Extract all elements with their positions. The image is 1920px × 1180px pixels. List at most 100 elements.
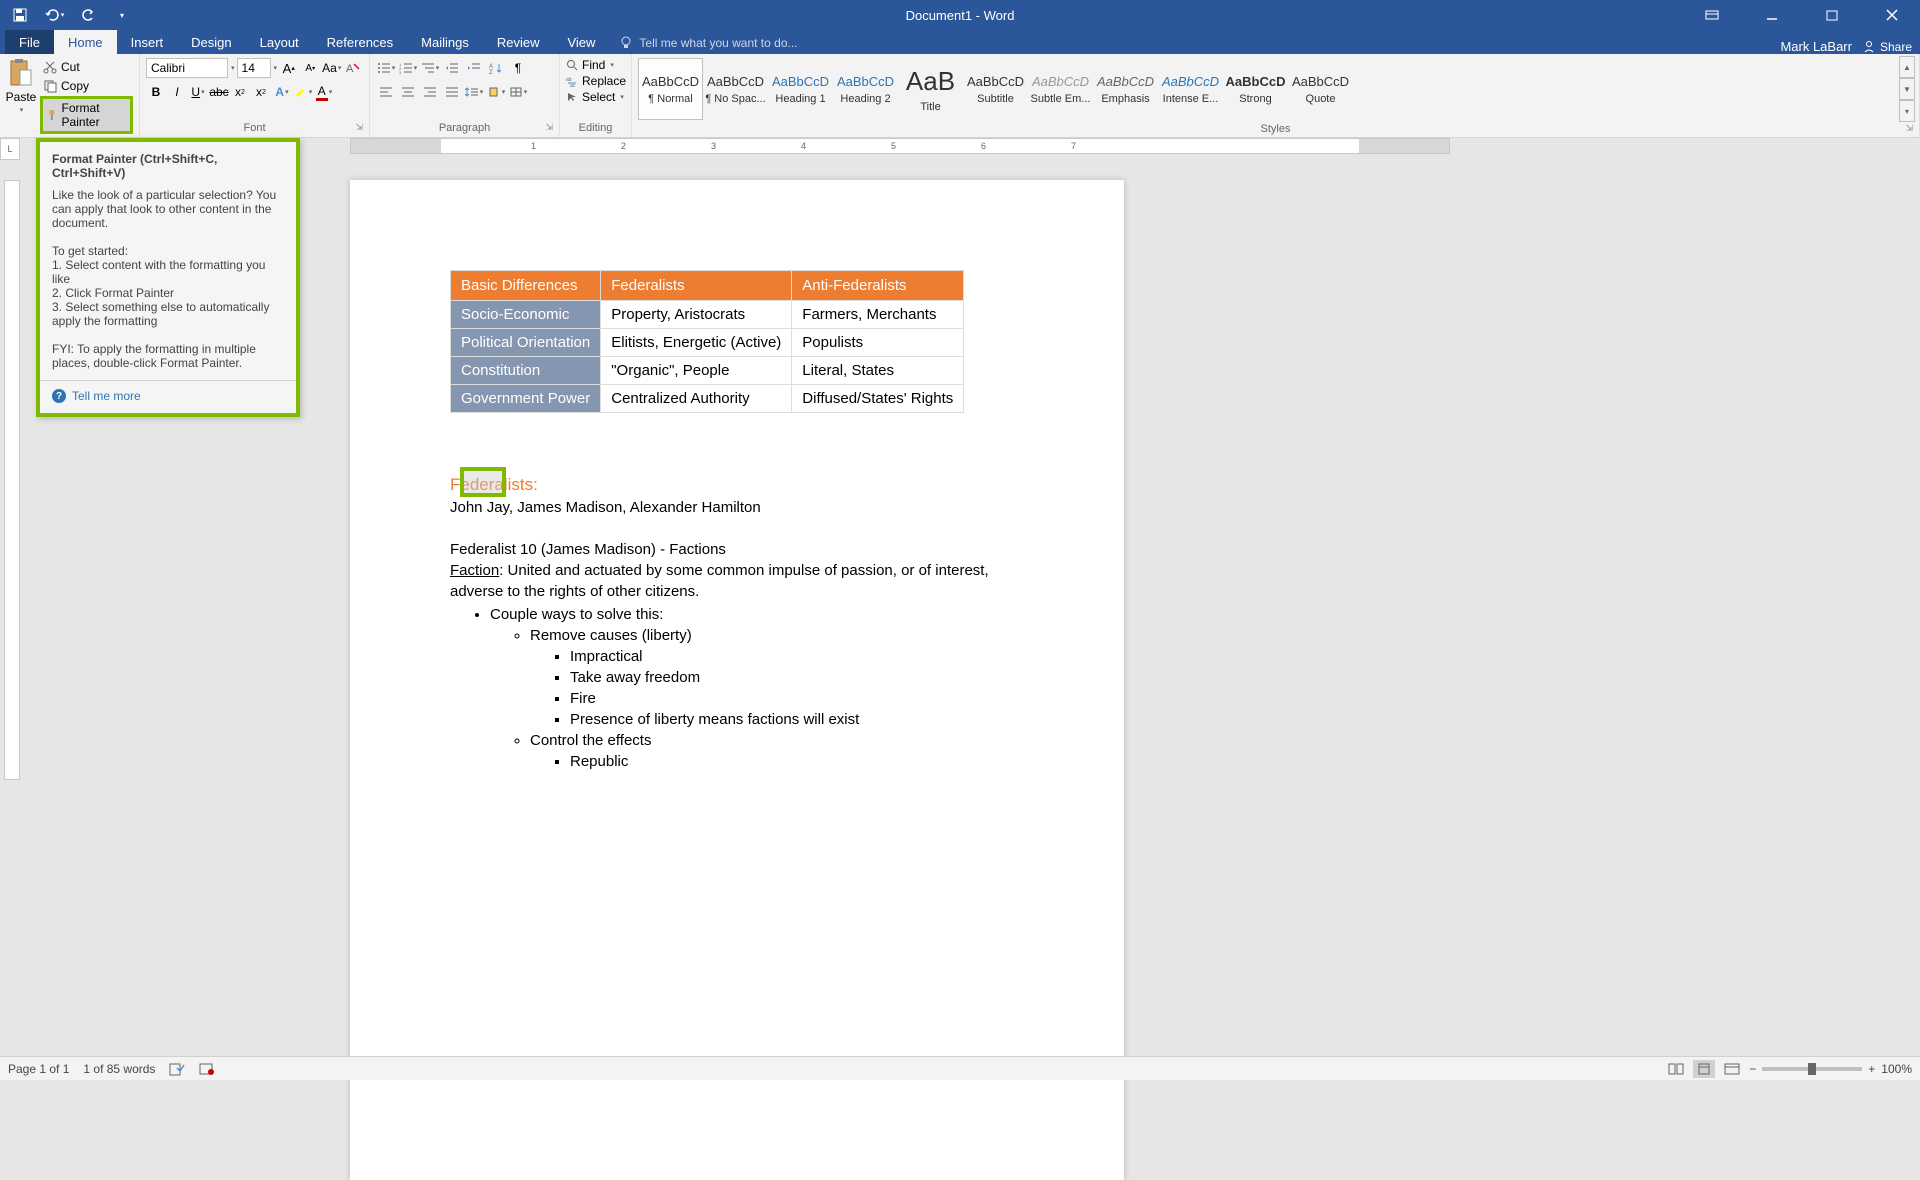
text-effects-button[interactable]: A▾: [272, 82, 292, 102]
tab-file[interactable]: File: [5, 30, 54, 54]
federalists-heading[interactable]: Federalists:: [450, 473, 538, 497]
increase-indent-button[interactable]: [464, 58, 484, 78]
styles-scroll-up[interactable]: ▲: [1899, 56, 1915, 78]
clear-formatting-button[interactable]: A: [343, 58, 362, 78]
close-button[interactable]: [1872, 1, 1912, 29]
outline-list[interactable]: Couple ways to solve this: Remove causes…: [490, 604, 1024, 772]
select-button[interactable]: Select▾: [566, 90, 626, 104]
authors-line[interactable]: John Jay, James Madison, Alexander Hamil…: [450, 497, 1024, 518]
cut-button[interactable]: Cut: [40, 58, 133, 76]
style-heading-[interactable]: AaBbCcDHeading 2: [833, 58, 898, 120]
tab-insert[interactable]: Insert: [117, 30, 178, 54]
paste-button[interactable]: Paste ▾: [4, 56, 38, 136]
minimize-button[interactable]: [1752, 1, 1792, 29]
page-indicator[interactable]: Page 1 of 1: [8, 1062, 69, 1076]
tell-me-search[interactable]: Tell me what you want to do...: [609, 32, 807, 54]
style-intense-e-[interactable]: AaBbCcDIntense E...: [1158, 58, 1223, 120]
bold-button[interactable]: B: [146, 82, 166, 102]
style-subtle-em-[interactable]: AaBbCcDSubtle Em...: [1028, 58, 1093, 120]
redo-button[interactable]: [76, 3, 100, 27]
zoom-slider[interactable]: [1762, 1067, 1862, 1071]
style--no-spac-[interactable]: AaBbCcD¶ No Spac...: [703, 58, 768, 120]
grow-font-button[interactable]: A▴: [279, 58, 298, 78]
align-left-button[interactable]: [376, 82, 396, 102]
web-layout-button[interactable]: [1721, 1060, 1743, 1078]
tab-layout[interactable]: Layout: [246, 30, 313, 54]
word-count[interactable]: 1 of 85 words: [83, 1062, 155, 1076]
tab-mailings[interactable]: Mailings: [407, 30, 483, 54]
fed10-line[interactable]: Federalist 10 (James Madison) - Factions: [450, 539, 1024, 560]
spellcheck-button[interactable]: [169, 1062, 185, 1076]
style-strong[interactable]: AaBbCcDStrong: [1223, 58, 1288, 120]
underline-button[interactable]: U▾: [188, 82, 208, 102]
font-launcher[interactable]: ⇲: [355, 122, 363, 133]
subscript-button[interactable]: x2: [230, 82, 250, 102]
style-quote[interactable]: AaBbCcDQuote: [1288, 58, 1353, 120]
format-painter-button[interactable]: Format Painter: [40, 96, 133, 134]
align-center-button[interactable]: [398, 82, 418, 102]
tab-references[interactable]: References: [313, 30, 407, 54]
zoom-in-button[interactable]: +: [1868, 1062, 1875, 1076]
ribbon-display-button[interactable]: [1692, 1, 1732, 29]
italic-button[interactable]: I: [167, 82, 187, 102]
tab-home[interactable]: Home: [54, 30, 117, 54]
tab-design[interactable]: Design: [177, 30, 245, 54]
style-heading-[interactable]: AaBbCcDHeading 1: [768, 58, 833, 120]
maximize-button[interactable]: [1812, 1, 1852, 29]
zoom-level[interactable]: 100%: [1881, 1062, 1912, 1076]
shading-button[interactable]: ▾: [486, 82, 506, 102]
horizontal-ruler[interactable]: 1234567: [350, 138, 1450, 154]
tooltip-fyi: FYI: To apply the formatting in multiple…: [52, 342, 284, 370]
print-layout-button[interactable]: [1693, 1060, 1715, 1078]
bullets-button[interactable]: ▾: [376, 58, 396, 78]
show-marks-button[interactable]: ¶: [508, 58, 528, 78]
tab-selector[interactable]: L: [0, 138, 20, 160]
numbering-button[interactable]: 123▾: [398, 58, 418, 78]
document-body[interactable]: Federalists: John Jay, James Madison, Al…: [450, 473, 1024, 772]
undo-button[interactable]: ▾: [42, 3, 66, 27]
svg-text:Z: Z: [489, 70, 493, 74]
share-button[interactable]: Share: [1862, 40, 1912, 54]
copy-button[interactable]: Copy: [40, 77, 133, 95]
zoom-out-button[interactable]: −: [1749, 1062, 1756, 1076]
vertical-ruler[interactable]: [4, 180, 20, 780]
align-right-button[interactable]: [420, 82, 440, 102]
highlight-button[interactable]: ▾: [293, 82, 313, 102]
replace-button[interactable]: abacReplace: [566, 74, 626, 88]
font-name-input[interactable]: [146, 58, 228, 78]
justify-button[interactable]: [442, 82, 462, 102]
style-title[interactable]: AaBTitle: [898, 58, 963, 120]
faction-line[interactable]: Faction: United and actuated by some com…: [450, 560, 1024, 602]
style-emphasis[interactable]: AaBbCcDEmphasis: [1093, 58, 1158, 120]
read-mode-button[interactable]: [1665, 1060, 1687, 1078]
ribbon: Paste ▾ Cut Copy Format Painter Clipboar…: [0, 54, 1920, 138]
superscript-button[interactable]: x2: [251, 82, 271, 102]
find-button[interactable]: Find▾: [566, 58, 626, 72]
paste-icon: [8, 58, 34, 88]
decrease-indent-button[interactable]: [442, 58, 462, 78]
shrink-font-button[interactable]: A▾: [301, 58, 320, 78]
multilevel-button[interactable]: ▾: [420, 58, 440, 78]
font-size-input[interactable]: [237, 58, 271, 78]
username-label[interactable]: Mark LaBarr: [1780, 39, 1852, 54]
borders-button[interactable]: ▾: [508, 82, 528, 102]
paragraph-launcher[interactable]: ⇲: [545, 122, 553, 133]
font-color-button[interactable]: A▾: [314, 82, 334, 102]
save-button[interactable]: [8, 3, 32, 27]
document-page[interactable]: Basic DifferencesFederalistsAnti-Federal…: [350, 180, 1124, 1180]
macro-record-button[interactable]: [199, 1062, 215, 1076]
styles-scroll-down[interactable]: ▼: [1899, 78, 1915, 100]
tooltip-tell-me-more[interactable]: ? Tell me more: [52, 389, 284, 403]
qat-customize[interactable]: ▾: [110, 3, 134, 27]
styles-expand[interactable]: ▾: [1899, 100, 1915, 122]
styles-launcher[interactable]: ⇲: [1905, 123, 1913, 134]
style-subtitle[interactable]: AaBbCcDSubtitle: [963, 58, 1028, 120]
tab-view[interactable]: View: [553, 30, 609, 54]
sort-button[interactable]: AZ: [486, 58, 506, 78]
strikethrough-button[interactable]: abc: [209, 82, 229, 102]
line-spacing-button[interactable]: ▾: [464, 82, 484, 102]
style--normal[interactable]: AaBbCcD¶ Normal: [638, 58, 703, 120]
tab-review[interactable]: Review: [483, 30, 554, 54]
document-table[interactable]: Basic DifferencesFederalistsAnti-Federal…: [450, 270, 964, 413]
change-case-button[interactable]: Aa▾: [322, 58, 341, 78]
